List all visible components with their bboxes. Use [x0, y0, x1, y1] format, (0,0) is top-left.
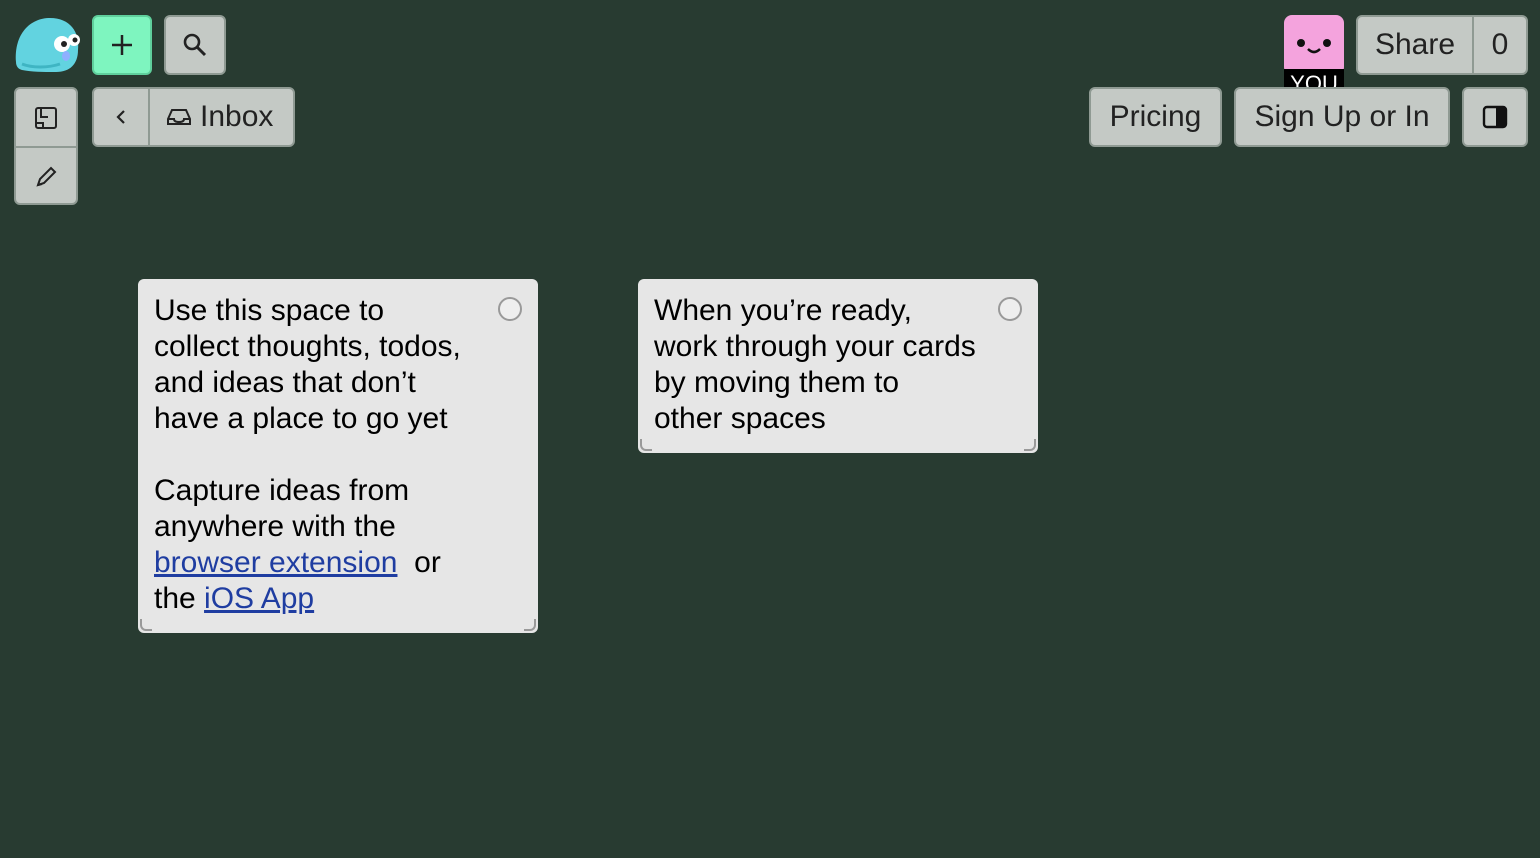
back-button[interactable] — [94, 89, 150, 145]
ios-app-link[interactable]: iOS App — [204, 582, 314, 615]
card-text: When you’re ready, work through your car… — [654, 294, 976, 435]
card-text-body: Use this space to collect thoughts, todo… — [154, 294, 461, 543]
kinopio-logo-icon[interactable] — [12, 14, 82, 76]
collaborator-count[interactable]: 0 — [1474, 17, 1526, 73]
card-resize-handle-left[interactable] — [640, 439, 652, 451]
add-card-button[interactable] — [92, 15, 152, 75]
space-selector[interactable]: Inbox — [150, 89, 293, 145]
space-name: Inbox — [200, 100, 274, 133]
card-text: Use this space to collect thoughts, todo… — [154, 293, 484, 617]
plus-icon — [112, 35, 132, 55]
browser-extension-link[interactable]: browser extension — [154, 546, 397, 579]
card-resize-handle-left[interactable] — [140, 619, 152, 631]
share-group: Share 0 — [1356, 15, 1528, 75]
card-checkbox[interactable] — [498, 297, 522, 321]
card-icon — [35, 106, 57, 129]
search-icon — [183, 33, 207, 57]
inbox-icon — [167, 109, 191, 125]
chevron-left-icon — [116, 110, 125, 124]
card[interactable]: Use this space to collect thoughts, todo… — [138, 279, 538, 633]
card-resize-handle[interactable] — [1024, 439, 1036, 451]
card-resize-handle[interactable] — [524, 619, 536, 631]
card-mode-button[interactable] — [16, 89, 76, 148]
user-avatar[interactable]: YOU — [1284, 15, 1344, 99]
sign-up-button[interactable]: Sign Up or In — [1234, 87, 1450, 147]
draw-mode-button[interactable] — [16, 148, 76, 203]
breadcrumb: Inbox — [92, 87, 295, 147]
pricing-button[interactable]: Pricing — [1089, 87, 1222, 147]
card[interactable]: When you’re ready, work through your car… — [638, 279, 1038, 453]
share-button[interactable]: Share — [1358, 17, 1474, 73]
pencil-icon — [36, 166, 57, 187]
card-checkbox[interactable] — [998, 297, 1022, 321]
card-draw-toolbar — [14, 87, 78, 205]
sidebar-toggle-button[interactable] — [1462, 87, 1528, 147]
avatar-face-icon — [1284, 15, 1344, 75]
search-button[interactable] — [164, 15, 226, 75]
sidebar-toggle-icon — [1482, 105, 1508, 129]
